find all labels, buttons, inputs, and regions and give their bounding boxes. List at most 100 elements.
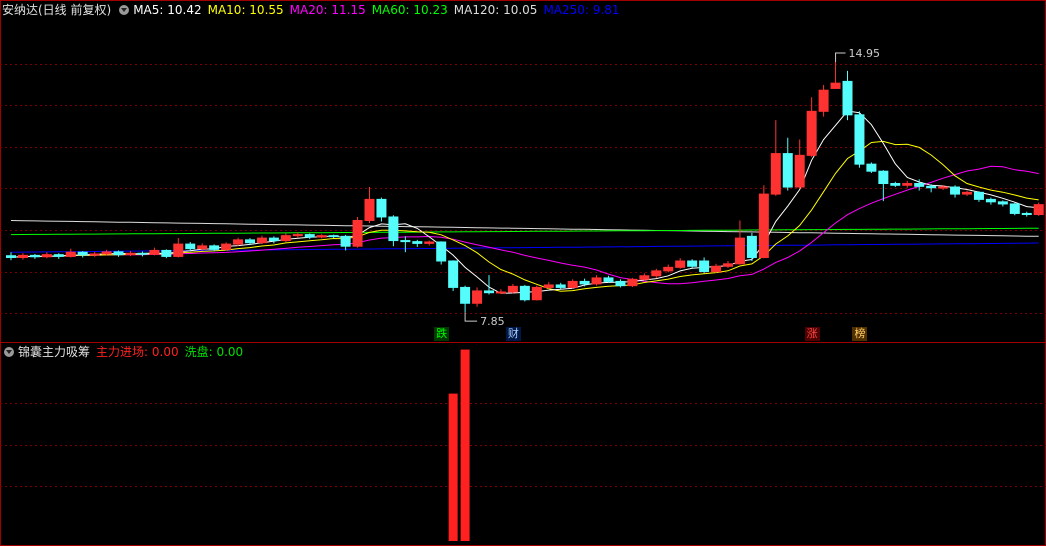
candle-body [985, 198, 996, 203]
candle [782, 137, 793, 191]
candle [29, 253, 40, 259]
indicator-bar [448, 393, 458, 541]
candle [89, 251, 100, 257]
chart-canvas: 14.95 7.85 [0, 0, 1046, 546]
event-tag[interactable]: 跌 [434, 327, 450, 341]
candle-body [1009, 203, 1020, 214]
candle-body [519, 285, 530, 301]
candle [639, 273, 650, 281]
candle [1033, 202, 1044, 216]
candle-body [675, 260, 686, 268]
event-tag[interactable]: 榜 [852, 327, 868, 341]
candle [507, 283, 518, 294]
candle-body [460, 286, 471, 304]
candle-body [41, 254, 52, 258]
candle-body [280, 235, 291, 242]
low-mark-label: 7.85 [480, 315, 505, 328]
indicator-name: 锦囊主力吸筹 [18, 345, 91, 359]
candle [973, 191, 984, 202]
candle-body [1021, 212, 1032, 216]
candle-body [304, 234, 315, 238]
candle-body [245, 239, 255, 244]
candle [818, 84, 829, 117]
candle [412, 239, 423, 247]
settings-dropdown-icon[interactable] [119, 5, 130, 15]
candle [340, 234, 351, 251]
candle-body [938, 186, 949, 189]
candle [878, 170, 889, 202]
candle [1009, 202, 1020, 216]
candle-body [902, 183, 913, 186]
candle-body [770, 153, 781, 195]
indicator-dropdown-icon[interactable] [4, 347, 14, 357]
candle-body [161, 249, 172, 257]
candle [555, 282, 566, 290]
candle-body [950, 186, 961, 195]
candle-body [806, 110, 817, 156]
candle-body [125, 252, 136, 256]
candle-body [328, 235, 339, 238]
candle-body [579, 280, 590, 285]
candle-body [723, 263, 733, 267]
candle [376, 197, 387, 222]
candle-body [794, 154, 805, 188]
moving-average-lines [10, 110, 1039, 294]
candle [448, 260, 459, 291]
candle-body [101, 251, 112, 255]
candle [866, 162, 877, 173]
ma5-line [10, 110, 1039, 294]
candle [794, 139, 805, 189]
candle [663, 264, 674, 273]
candle [6, 252, 16, 261]
candle-body [484, 290, 494, 294]
candle [675, 258, 686, 269]
candle [77, 251, 88, 258]
candle-body [997, 201, 1008, 205]
candle [830, 62, 841, 89]
candle-body [352, 220, 363, 247]
candle [149, 247, 160, 256]
candle [173, 238, 184, 258]
ma-legend-item: MA5: 10.42 [133, 3, 202, 17]
candle-body [567, 280, 578, 288]
candle-body [663, 266, 674, 272]
candle [472, 287, 483, 307]
candle-body [268, 237, 279, 242]
candle-body [639, 275, 650, 280]
event-tag[interactable]: 涨 [804, 327, 820, 341]
candle-body [197, 245, 208, 250]
candle [256, 235, 267, 245]
indicator-legend: 锦囊主力吸筹 主力进场: 0.00 洗盘: 0.00 [2, 343, 249, 361]
ma-legend-item: MA250: 9.81 [543, 3, 620, 17]
main-legend: 安纳达(日线 前复权) MA5: 10.42 MA10: 10.55 MA20: 1… [2, 1, 631, 19]
event-tag[interactable]: 财 [505, 327, 521, 341]
candle-body [424, 241, 435, 244]
candle-body [711, 265, 722, 273]
candle-body [388, 216, 399, 242]
candle [531, 285, 542, 301]
candle [424, 240, 435, 246]
candle [758, 185, 769, 259]
candle [519, 284, 530, 302]
candle-body [376, 198, 387, 218]
candle-body [555, 284, 566, 288]
candle [185, 241, 196, 252]
candle [436, 241, 447, 265]
candle [723, 261, 733, 269]
candle-body [746, 235, 757, 258]
candle-body [29, 254, 40, 258]
candle-body [256, 237, 267, 244]
candle-body [627, 278, 638, 287]
high-mark-label: 14.95 [849, 47, 881, 60]
candle [854, 111, 865, 168]
candle-body [209, 245, 220, 250]
candle-body [866, 163, 877, 172]
candle [1021, 211, 1032, 217]
candle-body [699, 260, 710, 273]
candle [902, 180, 913, 188]
candle [603, 275, 614, 283]
candle-body [436, 241, 447, 262]
candle-body [173, 243, 184, 257]
candle [770, 120, 781, 196]
ma-legend-item: MA10: 10.55 [207, 3, 284, 17]
